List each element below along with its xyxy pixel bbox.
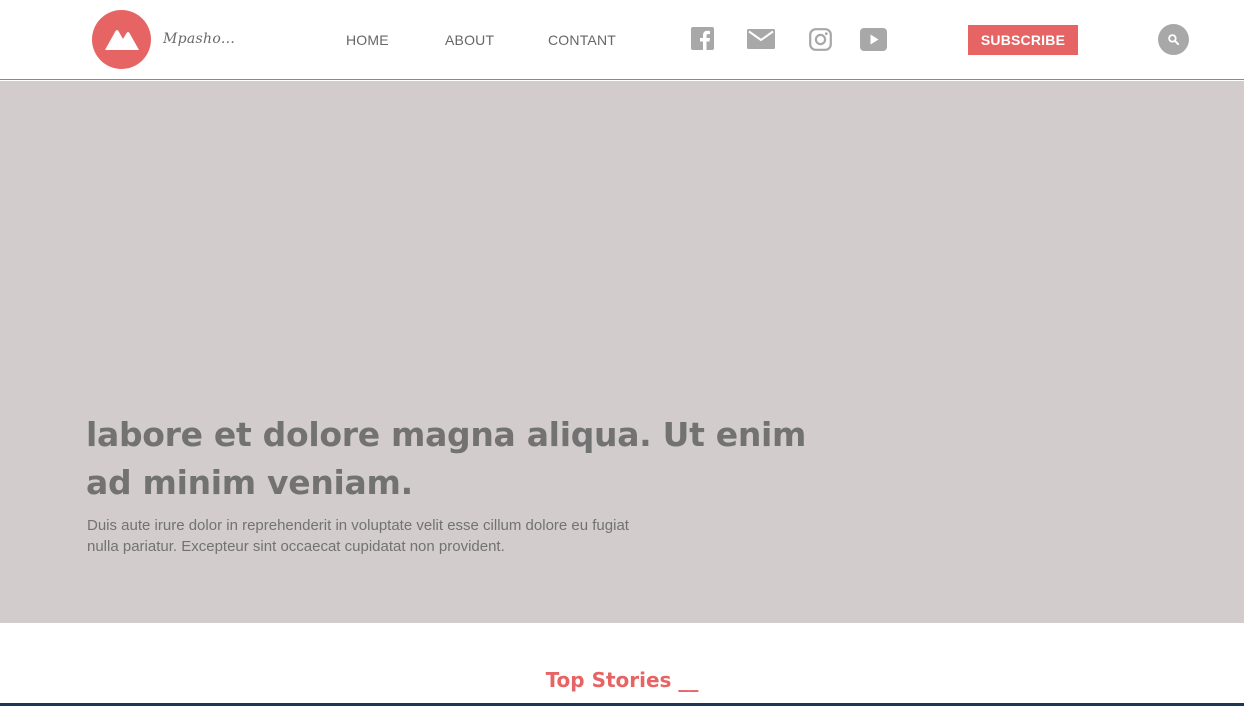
brand-name[interactable]: Mpasho... bbox=[163, 31, 235, 47]
subscribe-button[interactable]: SUBSCRIBE bbox=[968, 25, 1078, 55]
logo[interactable] bbox=[92, 10, 151, 69]
hero-subtitle: Duis aute irure dolor in reprehenderit i… bbox=[87, 517, 629, 555]
hero-banner: labore et dolore magna aliqua. Ut enim a… bbox=[0, 81, 1244, 623]
top-navigation-bar: Mpasho... HOME ABOUT CONTANT SUBSCRIBE bbox=[0, 0, 1244, 80]
facebook-icon[interactable] bbox=[691, 27, 714, 54]
youtube-icon[interactable] bbox=[860, 28, 887, 55]
nav-link-home[interactable]: HOME bbox=[346, 32, 389, 48]
instagram-icon[interactable] bbox=[809, 28, 832, 55]
top-stories-heading: Top Stories __ bbox=[545, 668, 699, 692]
search-button[interactable] bbox=[1158, 24, 1189, 55]
nav-link-contant[interactable]: CONTANT bbox=[548, 32, 616, 48]
mail-icon[interactable] bbox=[747, 29, 775, 53]
hero-title: labore et dolore magna aliqua. Ut enim a… bbox=[86, 415, 807, 502]
mountain-icon bbox=[105, 30, 139, 50]
search-icon bbox=[1168, 34, 1179, 45]
nav-link-about[interactable]: ABOUT bbox=[445, 32, 494, 48]
